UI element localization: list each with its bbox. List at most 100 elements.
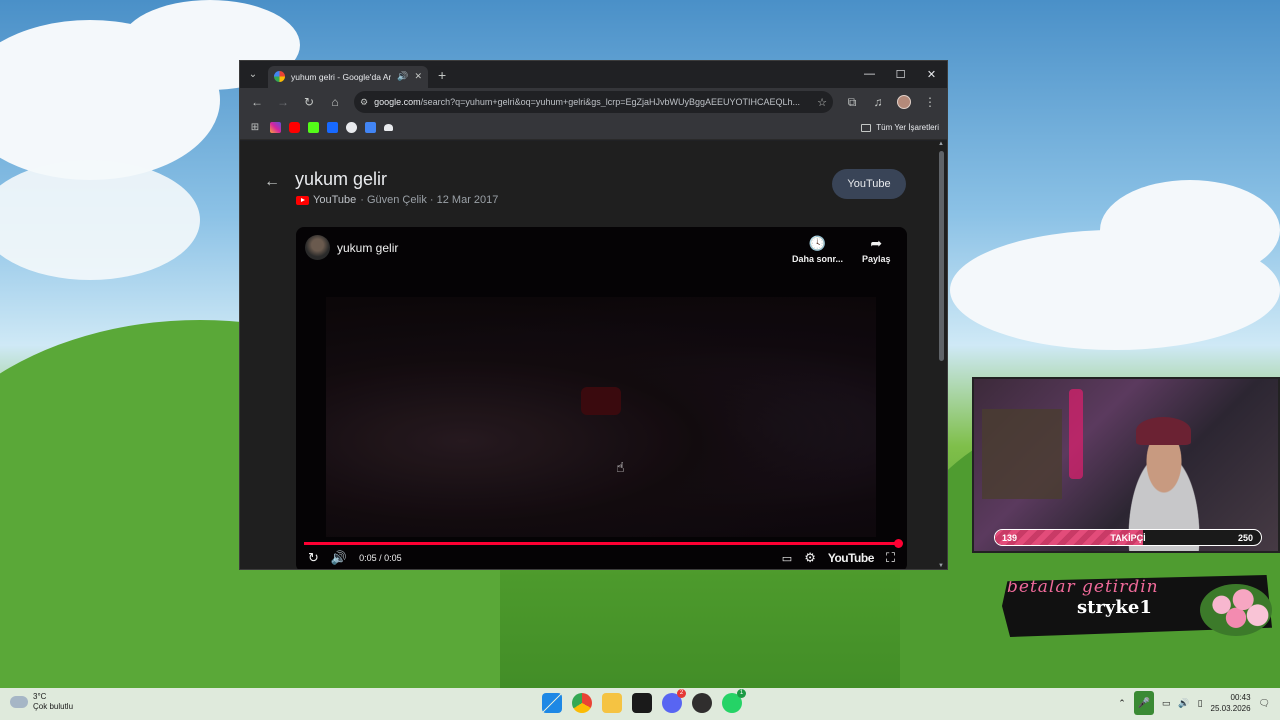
replay-icon[interactable]: ↻ <box>308 550 319 566</box>
folder-icon <box>861 123 872 132</box>
reload-button[interactable]: ↻ <box>298 91 320 113</box>
clock-date: 25.03.2026 <box>1210 704 1251 713</box>
url-host: google.com <box>374 97 421 107</box>
audio-playing-icon[interactable]: 🔊 <box>397 71 408 82</box>
tray-expand-icon[interactable]: ⌃ <box>1118 698 1126 709</box>
mouse-cursor-icon: ☝ <box>616 459 625 475</box>
tab-search-icon[interactable]: ⌄ <box>246 68 260 82</box>
address-bar[interactable]: ⚙ google.com/search?q=yuhum+gelri&oq=yuh… <box>354 91 833 113</box>
weather-condition: Çok bulutlu <box>33 702 74 711</box>
url-text[interactable]: google.com/search?q=yuhum+gelri&oq=yuhum… <box>374 97 811 107</box>
scroll-up-icon[interactable]: ▲ <box>938 141 944 147</box>
weather-widget[interactable]: 3°C Çok bulutlu <box>10 692 73 712</box>
youtube-icon <box>296 195 309 205</box>
webcam-neon-light <box>1069 389 1083 479</box>
back-arrow-icon[interactable]: ← <box>264 173 280 191</box>
minimize-button[interactable]: — <box>854 68 885 81</box>
follower-goal-bar: 139 TAKİPÇİ 250 <box>994 529 1262 546</box>
follower-goal: 250 <box>1237 532 1253 543</box>
video-title: yukum gelir <box>295 169 388 189</box>
fullscreen-icon[interactable]: ⛶ <box>886 550 895 566</box>
microphone-icon[interactable]: 🎤 <box>1133 691 1154 715</box>
close-tab-icon[interactable]: ✕ <box>414 71 422 82</box>
play-overlay-icon[interactable] <box>581 387 621 415</box>
share-icon: ➦ <box>870 235 883 251</box>
page-scrollbar[interactable]: ▲ ▼ <box>937 141 947 569</box>
bookmark-instagram-icon[interactable] <box>270 122 281 133</box>
whatsapp-badge: 1 <box>737 689 746 698</box>
bookmark-star-icon[interactable]: ☆ <box>817 96 827 109</box>
webcam-overlay: 139 TAKİPÇİ 250 <box>972 377 1280 553</box>
system-tray: ⌃ 🎤 ▭ 🔊 ▯ 00:43 25.03.2026 🗨 <box>1118 691 1270 715</box>
youtube-logo[interactable]: YouTube <box>828 551 875 565</box>
bookmark-youtube-icon[interactable] <box>289 122 300 133</box>
channel-avatar[interactable] <box>305 235 330 260</box>
open-youtube-button[interactable]: YouTube <box>832 169 906 199</box>
chrome-icon[interactable] <box>572 693 592 713</box>
menu-icon[interactable]: ⋮ <box>919 91 941 113</box>
taskbar: 3°C Çok bulutlu 2 1 ⌃ 🎤 ▭ 🔊 ▯ 00:43 25.0… <box>0 688 1280 720</box>
watch-later-button[interactable]: 🕓 Daha sonr... <box>792 235 843 264</box>
progress-bar[interactable] <box>304 539 903 548</box>
clock-time: 00:43 <box>1230 693 1251 702</box>
webcam-shelf <box>982 409 1062 499</box>
bookmark-kick-icon[interactable] <box>308 122 319 133</box>
video-source[interactable]: YouTube <box>313 194 356 206</box>
video-meta: YouTube · Güven Çelik · 12 Mar 2017 <box>296 194 498 206</box>
banner-streamer-name: stryke1 <box>1077 597 1152 618</box>
bookmark-translate-icon[interactable] <box>365 122 376 133</box>
epic-games-icon[interactable] <box>632 693 652 713</box>
network-icon[interactable]: ▭ <box>1162 698 1171 709</box>
share-label: Paylaş <box>862 254 891 264</box>
browser-toolbar: ← → ↻ ⌂ ⚙ google.com/search?q=yuhum+gelr… <box>240 88 947 116</box>
watch-later-label: Daha sonr... <box>792 254 844 264</box>
follower-label: TAKİPÇİ <box>1110 532 1146 543</box>
apps-grid-icon[interactable]: ⊞ <box>248 117 262 139</box>
scroll-down-icon[interactable]: ▼ <box>938 563 944 569</box>
obs-icon[interactable] <box>692 693 712 713</box>
clock[interactable]: 00:43 25.03.2026 <box>1211 692 1251 714</box>
bookmark-chatgpt-icon[interactable] <box>346 122 357 133</box>
bookmark-cloud-icon[interactable] <box>384 124 393 131</box>
volume-icon[interactable]: 🔊 <box>331 550 347 566</box>
subtitles-icon[interactable]: ▭ <box>782 552 792 565</box>
clock-icon: 🕓 <box>808 235 827 251</box>
site-info-icon[interactable]: ⚙ <box>360 97 368 108</box>
profile-avatar <box>897 95 911 109</box>
settings-gear-icon[interactable]: ⚙ <box>804 550 816 566</box>
discord-icon[interactable]: 2 <box>662 689 686 713</box>
video-player[interactable]: yukum gelir 🕓 Daha sonr... ➦ Paylaş ↻ 🔊 … <box>296 227 907 569</box>
player-title[interactable]: yukum gelir <box>337 241 398 255</box>
tab-active[interactable]: yuhum gelri - Google'da Ara 🔊 ✕ <box>268 65 428 88</box>
webcam-beanie <box>1136 417 1191 445</box>
battery-icon[interactable]: ▯ <box>1198 698 1203 709</box>
all-bookmarks[interactable]: Tüm Yer İşaretleri <box>861 123 939 132</box>
profile-button[interactable] <box>893 91 915 113</box>
tab-title: yuhum gelri - Google'da Ara <box>291 71 392 82</box>
video-meta-text: · Güven Çelik · 12 Mar 2017 <box>360 194 499 206</box>
maximize-button[interactable]: ☐ <box>885 68 916 81</box>
whatsapp-icon[interactable]: 1 <box>722 689 746 713</box>
extensions-icon[interactable]: ⧉ <box>841 91 863 113</box>
media-control-icon[interactable]: ♫ <box>867 91 889 113</box>
back-button[interactable]: ← <box>246 91 268 113</box>
all-bookmarks-label: Tüm Yer İşaretleri <box>876 123 939 132</box>
video-frame <box>326 297 876 537</box>
file-explorer-icon[interactable] <box>602 693 622 713</box>
start-windows-icon[interactable] <box>542 693 562 713</box>
weather-temperature: 3°C <box>33 692 47 701</box>
progress-fill <box>304 542 899 545</box>
speaker-icon[interactable]: 🔊 <box>1178 698 1189 709</box>
banner-flowers <box>1200 584 1272 636</box>
url-path: /search?q=yuhum+gelri&oq=yuhum+gelri&gs_… <box>420 97 801 107</box>
progress-scrubber[interactable] <box>894 539 903 548</box>
home-button[interactable]: ⌂ <box>324 91 346 113</box>
scrollbar-thumb[interactable] <box>939 151 944 361</box>
close-window-button[interactable]: ✕ <box>916 68 947 81</box>
new-tab-button[interactable]: + <box>438 67 446 83</box>
player-controls: ↻ 🔊 0:05 / 0:05 ▭ ⚙ YouTube ⛶ <box>308 549 895 567</box>
share-button[interactable]: ➦ Paylaş <box>862 235 891 264</box>
bookmark-behance-icon[interactable] <box>327 122 338 133</box>
notification-icon[interactable]: 🗨 <box>1259 698 1270 709</box>
forward-button[interactable]: → <box>272 91 294 113</box>
